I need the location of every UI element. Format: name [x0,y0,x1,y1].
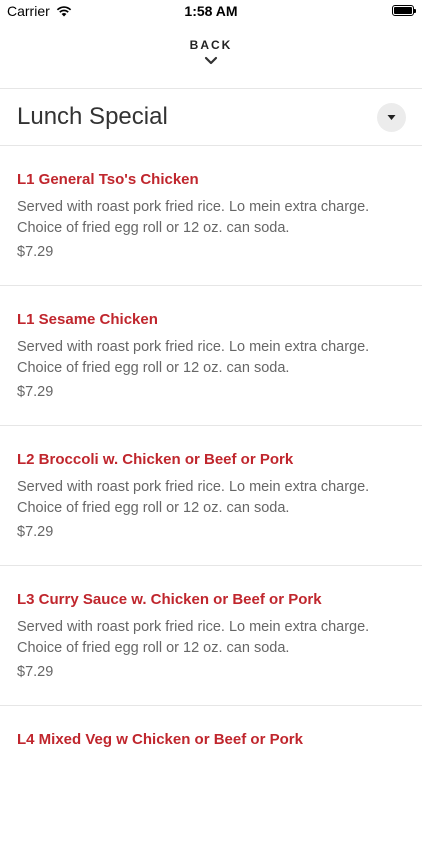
header-divider [0,88,422,89]
back-button[interactable]: BACK [0,38,422,78]
menu-item-description: Served with roast pork fried rice. Lo me… [17,339,370,376]
menu-item-description: Served with roast pork fried rice. Lo me… [17,199,370,236]
menu-item-name: L4 Mixed Veg w Chicken or Beef or Pork [17,731,303,748]
menu-item-price: $7.29 [17,384,54,400]
menu-item-name: L2 Broccoli w. Chicken or Beef or Pork [17,451,294,468]
menu-item-price: $7.29 [17,664,54,680]
menu-item-list: L1 General Tso's Chicken Served with roa… [0,146,422,846]
status-bar: Carrier 1:58 AM [0,0,422,24]
menu-item-description: Served with roast pork fried rice. Lo me… [17,479,370,516]
menu-item-description: Served with roast pork fried rice. Lo me… [17,619,370,656]
menu-item-name: L3 Curry Sauce w. Chicken or Beef or Por… [17,591,322,608]
menu-item[interactable]: L1 Sesame Chicken Served with roast pork… [0,286,422,426]
back-label: BACK [189,38,233,52]
menu-item-price: $7.29 [17,244,54,260]
menu-item-name: L1 Sesame Chicken [17,311,158,328]
menu-item[interactable]: L2 Broccoli w. Chicken or Beef or Pork S… [0,426,422,566]
section-title: Lunch Special [17,103,168,130]
battery-icon [392,5,416,16]
section-dropdown-button[interactable] [377,103,406,132]
menu-item[interactable]: L3 Curry Sauce w. Chicken or Beef or Por… [0,566,422,706]
caret-down-icon [387,115,396,120]
menu-item[interactable]: L4 Mixed Veg w Chicken or Beef or Pork [0,706,422,846]
menu-item-name: L1 General Tso's Chicken [17,171,199,188]
chevron-down-icon [204,56,218,65]
menu-item-price: $7.29 [17,524,54,540]
status-time: 1:58 AM [184,3,238,19]
menu-item[interactable]: L1 General Tso's Chicken Served with roa… [0,146,422,286]
